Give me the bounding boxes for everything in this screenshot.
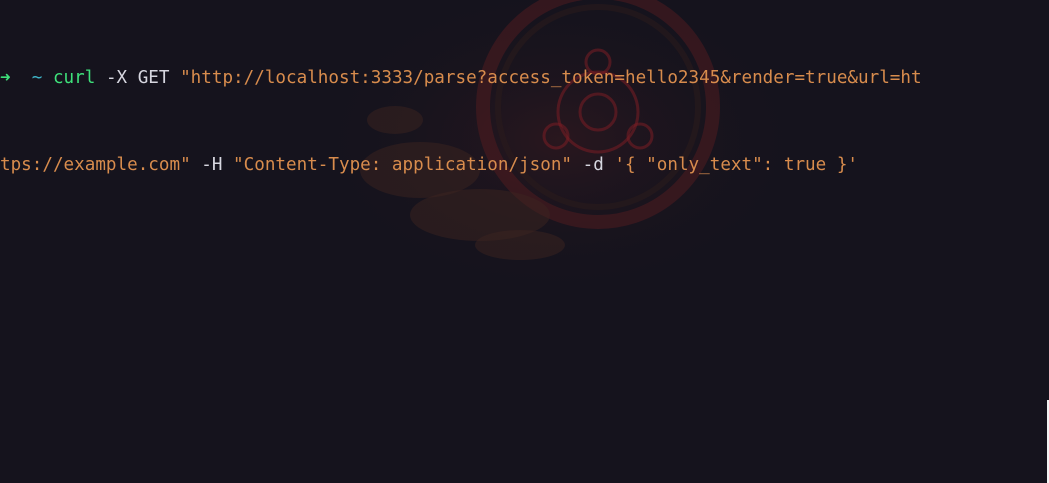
http-method: GET (137, 68, 170, 88)
command-program: curl (52, 68, 96, 88)
prompt-arrow-icon: ➜ (0, 68, 11, 88)
header-flag: -H (201, 155, 223, 175)
request-url-part1: "http://localhost:3333/parse?access_toke… (180, 68, 922, 88)
request-url-part2: tps://example.com" (0, 155, 191, 175)
command-line-2: tps://example.com" -H "Content-Type: app… (0, 151, 1049, 180)
prompt-cwd: ~ (31, 68, 43, 88)
data-flag: -d (582, 155, 604, 175)
method-flag: -X (105, 68, 128, 88)
terminal-output: ➜ ~ curl -X GET "http://localhost:3333/p… (0, 6, 1049, 238)
command-line-1: ➜ ~ curl -X GET "http://localhost:3333/p… (0, 64, 1049, 93)
data-value: '{ "only_text": true }' (614, 155, 859, 175)
terminal-window[interactable]: ➜ ~ curl -X GET "http://localhost:3333/p… (0, 0, 1049, 483)
header-value: "Content-Type: application/json" (233, 155, 573, 175)
